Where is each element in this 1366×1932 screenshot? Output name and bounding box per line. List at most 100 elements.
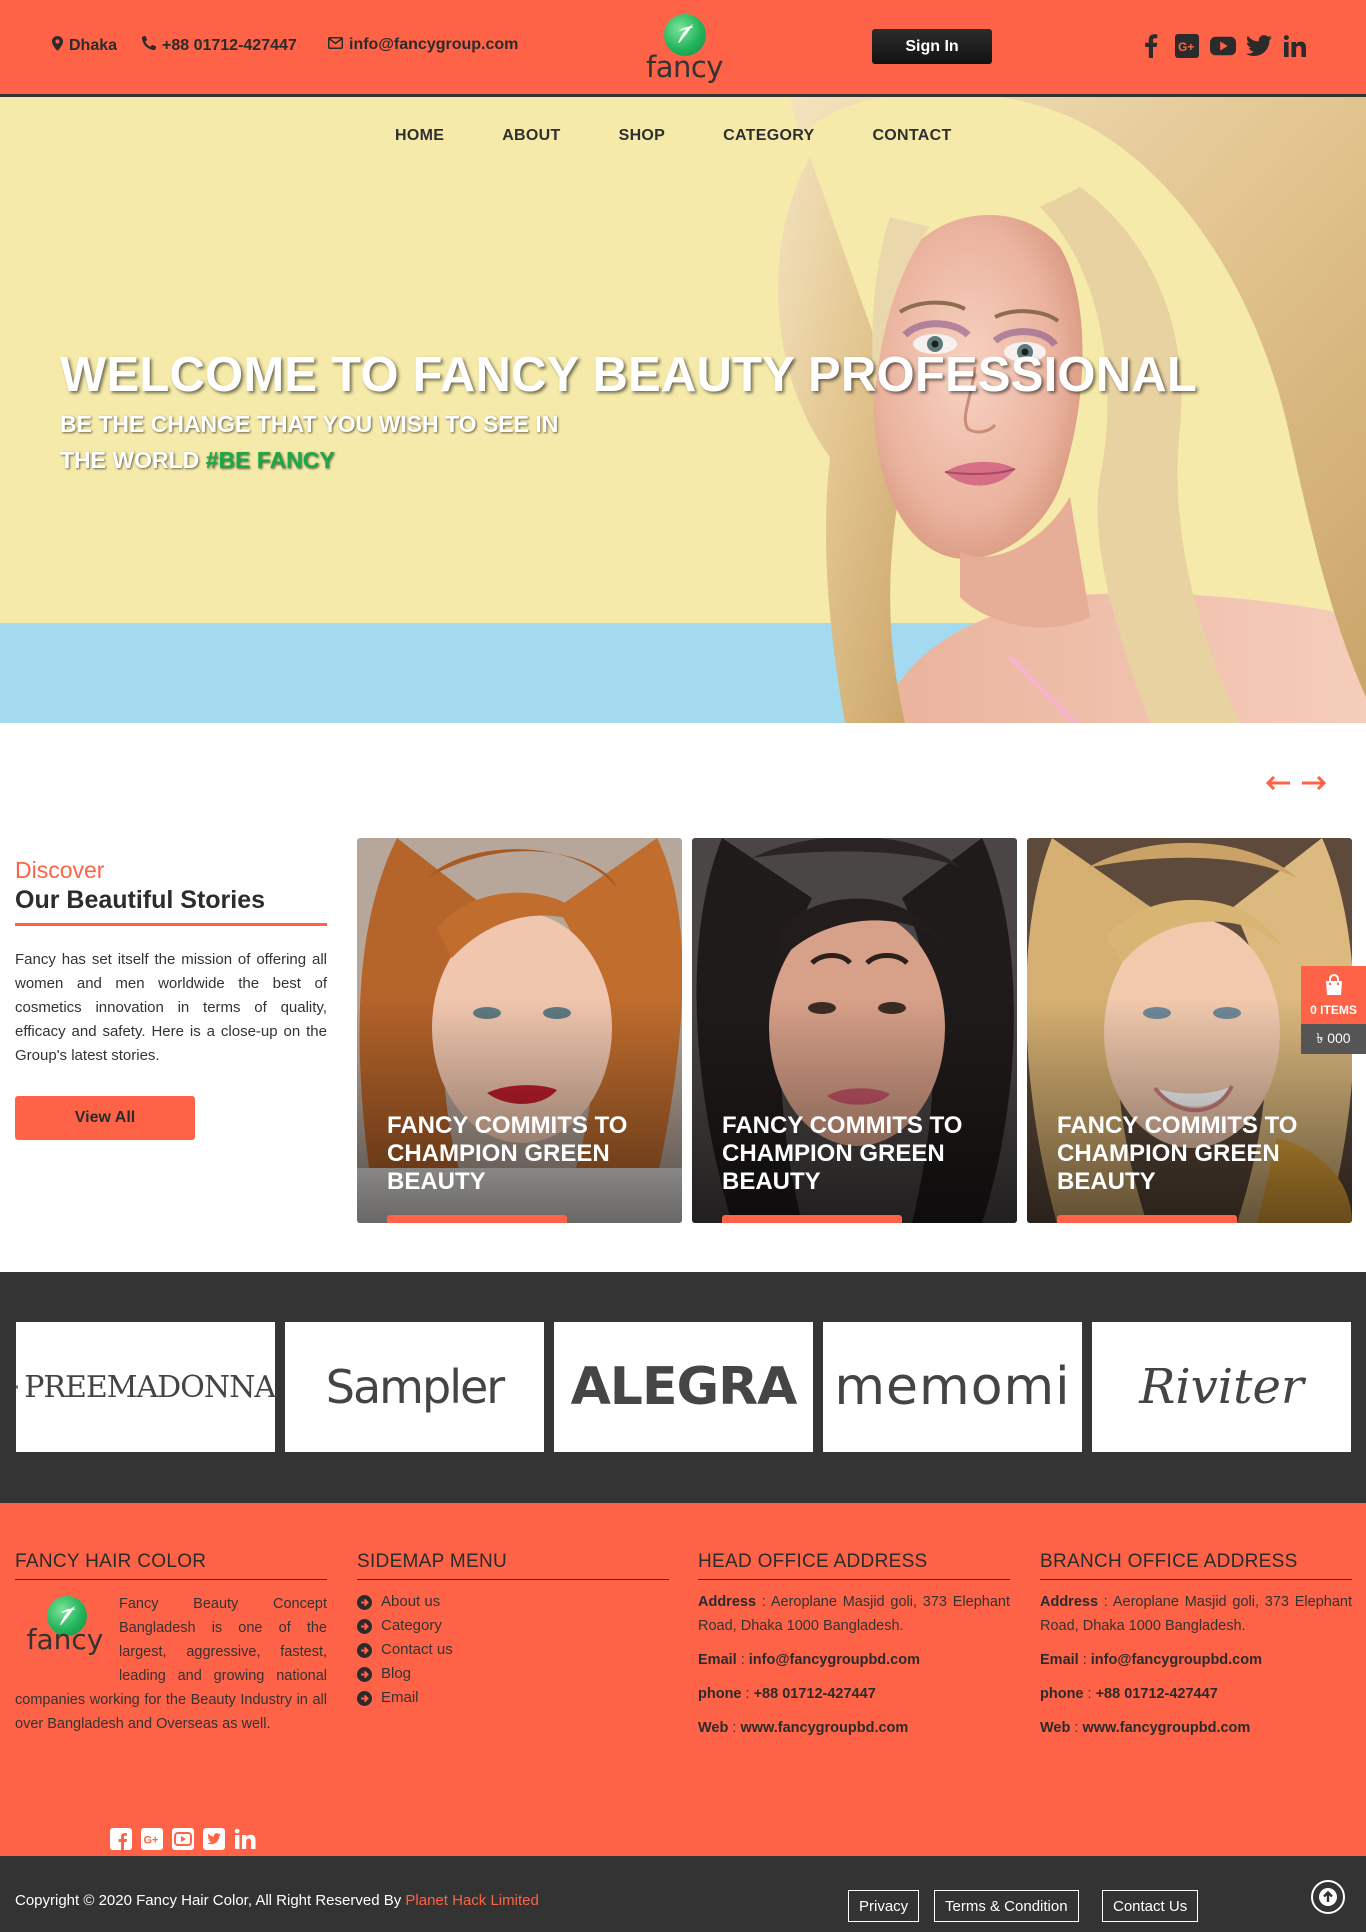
branch-office-details: Address : Aeroplane Masjid goli, 373 Ele… (1040, 1594, 1352, 1736)
arrow-circle-right-icon (357, 1642, 372, 1658)
footer-logo-text: fancy (26, 1623, 104, 1656)
branch-office-email[interactable]: info@fancygroupbd.com (1091, 1652, 1262, 1668)
story-card-button[interactable] (722, 1215, 902, 1223)
location-info: Dhaka (52, 36, 117, 56)
cart-total: ৳ 000 (1301, 1024, 1366, 1054)
head-office-email[interactable]: info@fancygroupbd.com (749, 1652, 920, 1668)
top-header: Dhaka +88 01712-427447 info@fancygroup.c… (0, 0, 1366, 97)
brand-logo-memomi[interactable]: memomi (823, 1322, 1082, 1452)
floating-cart[interactable]: 0 ITEMS ৳ 000 (1301, 966, 1366, 1056)
youtube-icon[interactable] (172, 1828, 194, 1855)
arrow-circle-right-icon (357, 1690, 372, 1706)
map-marker-icon (52, 36, 63, 56)
branch-office-web[interactable]: www.fancygroupbd.com (1082, 1720, 1250, 1736)
phone-info[interactable]: +88 01712-427447 (141, 35, 297, 55)
stories-description: Fancy has set itself the mission of offe… (15, 951, 327, 1064)
twitter-icon[interactable] (203, 1828, 225, 1855)
brand-name: memomi (834, 1357, 1071, 1417)
arrow-circle-right-icon (357, 1666, 372, 1682)
hero-subtitle: BE THE CHANGE THAT YOU WISH TO SEE IN TH… (60, 406, 558, 478)
footer-menu-item[interactable]: Category (357, 1614, 669, 1638)
branch-office-phone[interactable]: +88 01712-427447 (1096, 1686, 1218, 1702)
facebook-square-icon[interactable] (110, 1828, 132, 1855)
footer-menu-item[interactable]: About us (357, 1590, 669, 1614)
story-card-title: FANCY COMMITS TO CHAMPION GREEN BEAUTY (387, 1112, 628, 1195)
cart-items-count: 0 ITEMS (1310, 1002, 1357, 1017)
story-card[interactable]: FANCY COMMITS TO CHAMPION GREEN BEAUTY (357, 838, 682, 1223)
svg-text:G+: G+ (144, 1835, 159, 1847)
nav-about[interactable]: ABOUT (502, 127, 560, 145)
nav-shop[interactable]: SHOP (619, 127, 666, 145)
twitter-icon[interactable] (1246, 33, 1272, 59)
brand-partners: PREEMADONNA Sampler ALEGRA memomi Rivite… (0, 1272, 1366, 1503)
footer-menu-item[interactable]: Blog (357, 1662, 669, 1686)
story-card-button[interactable] (387, 1215, 567, 1223)
footer-about: FANCY HAIR COLOR fancy Fancy Beauty Conc… (15, 1551, 327, 1850)
story-card[interactable]: FANCY COMMITS TO CHAMPION GREEN BEAUTY (692, 838, 1017, 1223)
stories-intro: Discover Our Beautiful Stories Fancy has… (15, 857, 327, 1068)
footer-menu-item[interactable]: Contact us (357, 1638, 669, 1662)
hero-banner: HOME ABOUT SHOP CATEGORY CONTACT WELCOME… (0, 97, 1366, 723)
footer-about-text-block: fancy Fancy Beauty Concept Bangladesh is… (15, 1592, 327, 1736)
shopping-bag-icon (1323, 973, 1345, 999)
sign-in-button[interactable]: Sign In (872, 29, 992, 64)
copyright: Copyright © 2020 Fancy Hair Color, All R… (15, 1892, 539, 1909)
main-navigation: HOME ABOUT SHOP CATEGORY CONTACT (395, 127, 1010, 145)
arrow-left-icon[interactable] (1265, 775, 1290, 791)
brand-name: PREEMADONNA (24, 1369, 276, 1405)
bottom-bar: Copyright © 2020 Fancy Hair Color, All R… (0, 1856, 1366, 1932)
brand-logo-sampler[interactable]: Sampler (285, 1322, 544, 1452)
footer-head-office-heading: HEAD OFFICE ADDRESS (698, 1551, 1010, 1580)
linkedin-icon[interactable] (1282, 33, 1308, 59)
nav-contact[interactable]: CONTACT (872, 127, 951, 145)
company-link[interactable]: Planet Hack Limited (405, 1892, 538, 1909)
brand-name: Sampler (325, 1360, 505, 1414)
scroll-to-top-icon[interactable] (1311, 1880, 1345, 1914)
story-card-button[interactable] (1057, 1215, 1237, 1223)
email-text: info@fancygroup.com (349, 36, 519, 53)
phone-label: phone (1040, 1686, 1084, 1702)
footer-branch-office: BRANCH OFFICE ADDRESS Address : Aeroplan… (1040, 1551, 1352, 1740)
terms-link[interactable]: Terms & Condition (934, 1890, 1079, 1922)
facebook-icon[interactable] (1138, 33, 1164, 59)
site-logo[interactable]: fancy (646, 14, 723, 84)
footer-menu-item[interactable]: Email (357, 1686, 669, 1710)
brand-logo-preemadonna[interactable]: PREEMADONNA (16, 1322, 276, 1452)
stories-slider-controls (1265, 775, 1327, 791)
brand-logo-alegra[interactable]: ALEGRA (554, 1322, 813, 1452)
linkedin-icon[interactable] (234, 1828, 256, 1855)
arrow-right-icon[interactable] (1302, 775, 1327, 791)
address-label: Address (698, 1594, 757, 1610)
cart-items-box[interactable]: 0 ITEMS (1301, 966, 1366, 1024)
brand-logo-riviter[interactable]: Riviter (1092, 1322, 1351, 1452)
phone-text: +88 01712-427447 (162, 36, 297, 54)
header-social-links: G+ (1138, 33, 1308, 59)
story-card-title: FANCY COMMITS TO CHAMPION GREEN BEAUTY (1057, 1112, 1298, 1195)
footer-branch-office-heading: BRANCH OFFICE ADDRESS (1040, 1551, 1352, 1580)
head-office-phone[interactable]: +88 01712-427447 (754, 1686, 876, 1702)
footer-logo[interactable]: fancy (15, 1592, 119, 1680)
copyright-text: Copyright © 2020 Fancy Hair Color, All R… (15, 1892, 402, 1909)
arrow-circle-right-icon (357, 1594, 372, 1610)
footer-head-office: HEAD OFFICE ADDRESS Address : Aeroplane … (698, 1551, 1010, 1740)
nav-category[interactable]: CATEGORY (723, 127, 814, 145)
head-office-web[interactable]: www.fancygroupbd.com (740, 1720, 908, 1736)
footer-sitemap: SIDEMAP MENU About us Category Contact u… (357, 1551, 669, 1710)
privacy-link[interactable]: Privacy (848, 1890, 920, 1922)
arrow-circle-right-icon (357, 1618, 372, 1634)
footer-sitemap-heading: SIDEMAP MENU (357, 1551, 669, 1580)
stories-kicker: Discover (15, 857, 105, 883)
brand-name: Riviter (1139, 1359, 1304, 1415)
story-card-title: FANCY COMMITS TO CHAMPION GREEN BEAUTY (722, 1112, 963, 1195)
view-all-button[interactable]: View All (15, 1096, 195, 1140)
stories-title: Our Beautiful Stories (15, 886, 327, 926)
google-plus-icon[interactable]: G+ (141, 1828, 163, 1855)
contact-us-link[interactable]: Contact Us (1102, 1890, 1199, 1922)
hero-hashtag: #BE FANCY (205, 447, 335, 473)
email-info[interactable]: info@fancygroup.com (328, 36, 518, 54)
svg-text:G+: G+ (1178, 40, 1194, 54)
google-plus-icon[interactable]: G+ (1174, 33, 1200, 59)
nav-home[interactable]: HOME (395, 127, 444, 145)
email-label: Email (698, 1652, 737, 1668)
youtube-icon[interactable] (1210, 33, 1236, 59)
